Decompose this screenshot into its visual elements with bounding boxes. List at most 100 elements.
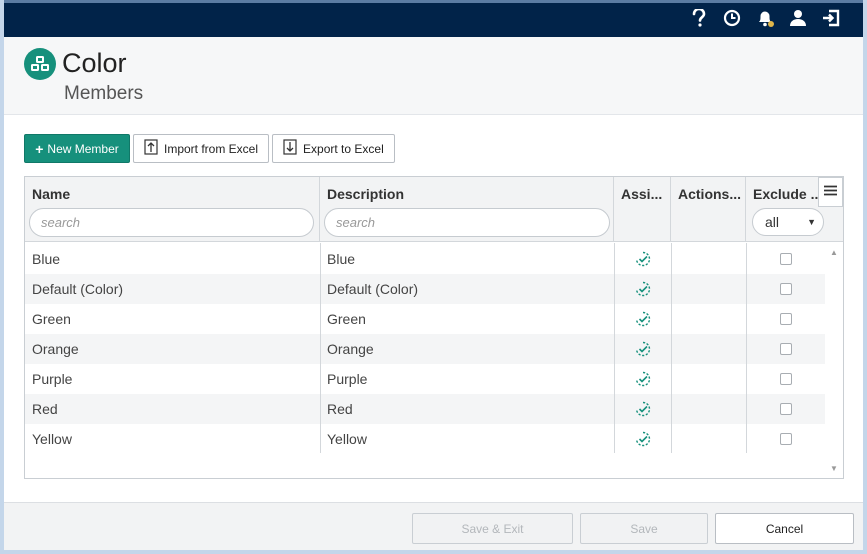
cell-actions [671, 274, 746, 304]
new-member-button[interactable]: + New Member [24, 134, 130, 163]
assigned-check-icon [635, 311, 651, 327]
save-button[interactable]: Save [580, 513, 708, 544]
cell-description: Purple [327, 371, 368, 387]
assigned-check-icon [635, 371, 651, 387]
cell-name: Yellow [32, 431, 72, 447]
cell-exclude [746, 364, 825, 394]
cell-description: Yellow [327, 431, 367, 447]
cell-exclude [746, 424, 825, 454]
cell-exclude [746, 274, 825, 304]
cancel-button[interactable]: Cancel [715, 513, 854, 544]
cell-assigned [614, 394, 671, 424]
exclude-checkbox[interactable] [779, 373, 792, 385]
new-member-label: New Member [47, 141, 119, 156]
page-subtitle: Members [64, 83, 144, 104]
table-row[interactable]: Green Green [25, 304, 825, 334]
notifications-bell-icon[interactable] [755, 8, 775, 28]
table-row[interactable]: Blue Blue [25, 244, 825, 274]
cell-name: Green [32, 311, 71, 327]
assigned-check-icon [635, 251, 651, 267]
cell-description: Blue [327, 251, 356, 267]
grid-header: Name search Description search Assi... A… [25, 177, 843, 242]
column-menu-button[interactable] [818, 177, 843, 207]
table-row[interactable]: Yellow Yellow [25, 424, 825, 454]
table-row[interactable]: Orange Orange [25, 334, 825, 364]
members-dialog: Color Members + New Member Import from E… [0, 0, 867, 554]
column-name-label: Name [32, 186, 71, 202]
cell-assigned [614, 334, 671, 364]
import-label: Import from Excel [164, 141, 259, 156]
hamburger-menu-icon [824, 183, 837, 201]
exclude-checkbox[interactable] [779, 313, 792, 325]
scroll-down-icon[interactable]: ▼ [830, 464, 838, 473]
cell-exclude [746, 244, 825, 274]
exclude-filter-value: all [765, 214, 780, 230]
assigned-check-icon [635, 431, 651, 447]
column-header-name[interactable]: Name search [25, 177, 320, 242]
export-label: Export to Excel [303, 141, 384, 156]
grid-toolbar: + New Member Import from Excel Export to… [24, 134, 395, 163]
scroll-up-icon[interactable]: ▲ [830, 248, 838, 257]
column-header-exclude[interactable]: Exclude ... all ▼ [746, 177, 824, 242]
cell-name: Blue [32, 251, 61, 267]
cell-exclude [746, 304, 825, 334]
table-row[interactable]: Purple Purple [25, 364, 825, 394]
cell-actions [671, 334, 746, 364]
top-navigation-bar [4, 0, 863, 37]
cell-actions [671, 394, 746, 424]
import-from-excel-button[interactable]: Import from Excel [133, 134, 270, 163]
cell-actions [671, 244, 746, 274]
exclude-checkbox[interactable] [779, 433, 792, 445]
assigned-check-icon [635, 401, 651, 417]
column-header-description[interactable]: Description search [320, 177, 614, 242]
name-search-input[interactable]: search [29, 208, 314, 237]
cell-name: Orange [32, 341, 79, 357]
cell-actions [671, 424, 746, 454]
exclude-checkbox[interactable] [779, 343, 792, 355]
cell-assigned [614, 424, 671, 454]
page-title: Color [62, 48, 127, 78]
grid-vertical-scrollbar[interactable]: ▲ ▼ [825, 243, 843, 478]
dimension-cubes-icon [24, 48, 56, 80]
column-description-label: Description [327, 186, 405, 202]
column-divider [614, 243, 615, 453]
exclude-checkbox[interactable] [779, 403, 792, 415]
cell-assigned [614, 304, 671, 334]
download-arrow-icon [283, 139, 297, 158]
export-to-excel-button[interactable]: Export to Excel [272, 134, 395, 163]
column-exclude-label: Exclude ... [753, 186, 823, 202]
history-clock-icon[interactable] [722, 8, 742, 28]
cell-assigned [614, 274, 671, 304]
column-header-assigned[interactable]: Assi... [614, 177, 671, 242]
cell-name: Default (Color) [32, 281, 124, 297]
column-assigned-label: Assi... [621, 186, 663, 202]
description-search-input[interactable]: search [324, 208, 610, 237]
user-icon[interactable] [788, 8, 808, 28]
cell-exclude [746, 334, 825, 364]
column-divider [320, 243, 321, 453]
cell-assigned [614, 244, 671, 274]
grid-body: Blue Blue Default (Color) Default (Color) Gr… [25, 243, 825, 478]
cell-name: Red [32, 401, 58, 417]
cell-actions [671, 364, 746, 394]
cell-exclude [746, 394, 825, 424]
logout-icon[interactable] [821, 8, 841, 28]
save-and-exit-button[interactable]: Save & Exit [412, 513, 573, 544]
column-actions-label: Actions... [678, 186, 742, 202]
exclude-checkbox[interactable] [779, 253, 792, 265]
upload-arrow-icon [144, 139, 158, 158]
table-row[interactable]: Default (Color) Default (Color) [25, 274, 825, 304]
assigned-check-icon [635, 341, 651, 357]
cell-description: Red [327, 401, 353, 417]
cell-name: Purple [32, 371, 73, 387]
cell-description: Green [327, 311, 366, 327]
column-header-actions[interactable]: Actions... [671, 177, 746, 242]
exclude-filter-select[interactable]: all ▼ [752, 208, 824, 236]
cell-assigned [614, 364, 671, 394]
column-divider [671, 243, 672, 453]
assigned-check-icon [635, 281, 651, 297]
exclude-checkbox[interactable] [779, 283, 792, 295]
help-icon[interactable] [689, 8, 709, 28]
name-search-placeholder: search [41, 215, 81, 230]
table-row[interactable]: Red Red [25, 394, 825, 424]
